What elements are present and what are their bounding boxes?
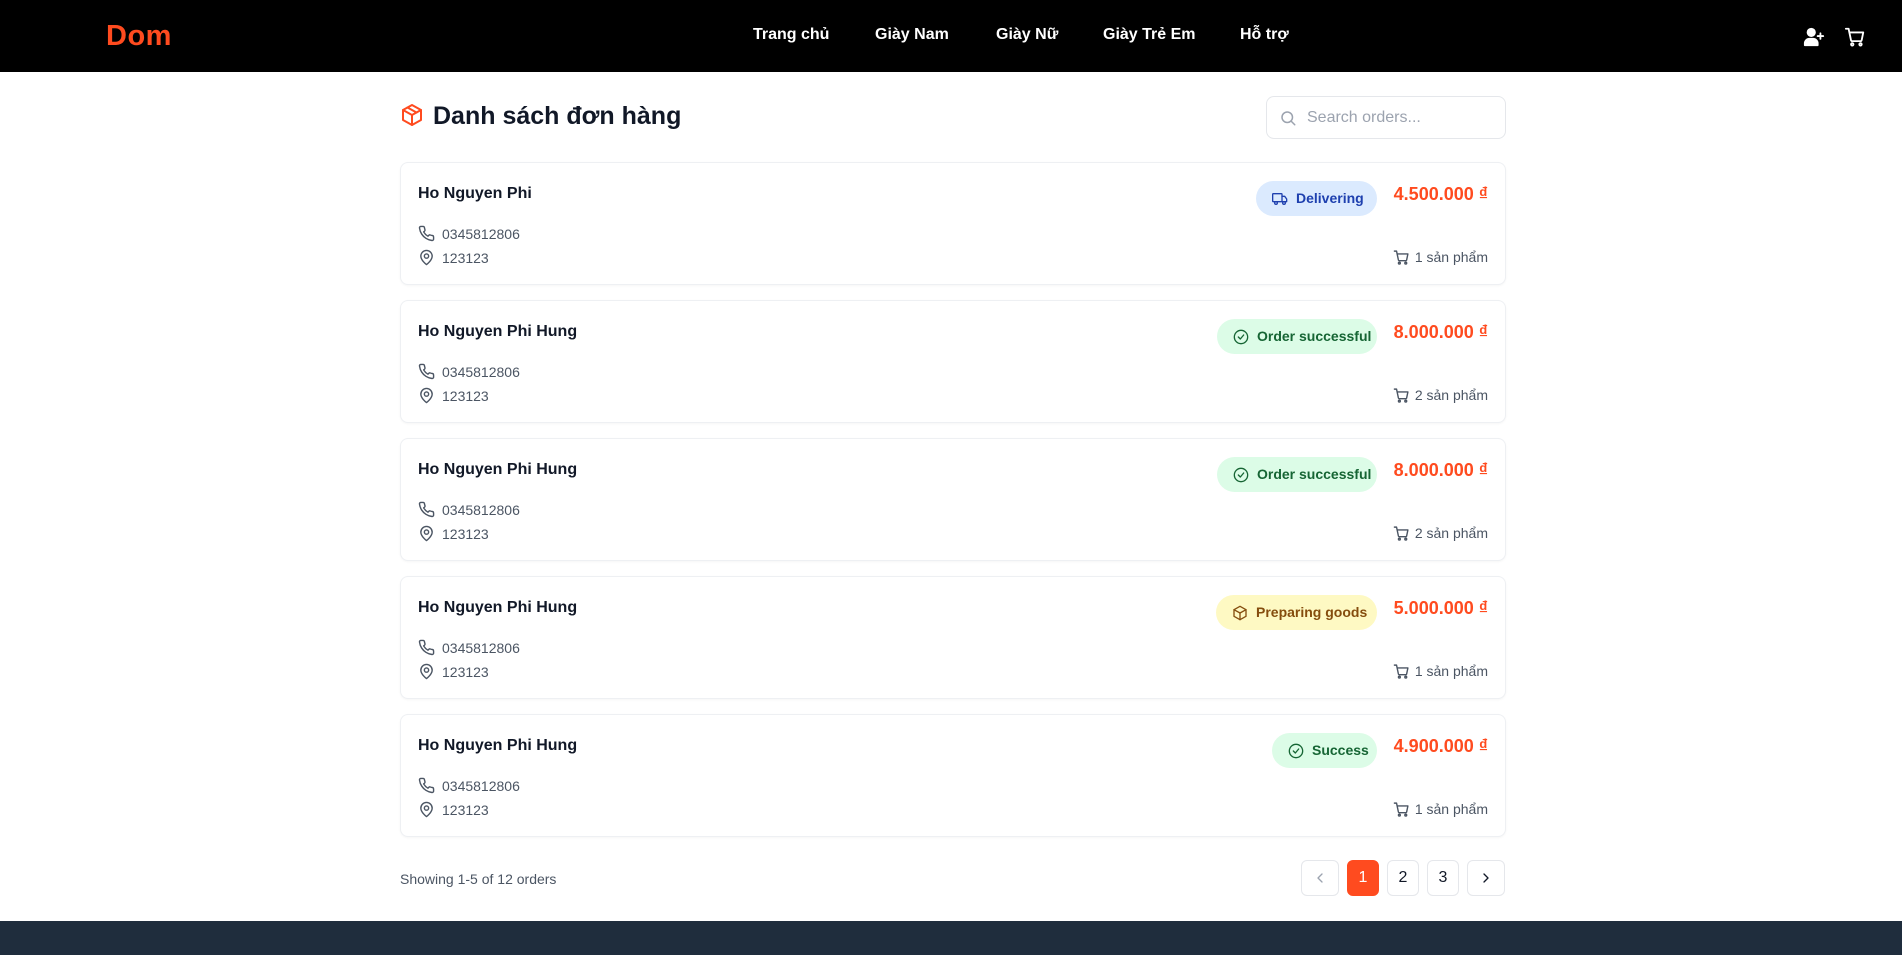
top-navbar: Dom Trang chủ Giày Nam Giày Nữ Giày Trẻ … <box>0 0 1902 72</box>
chevron-right-icon <box>1483 873 1489 883</box>
check-circle-icon <box>1233 329 1249 345</box>
phone-icon <box>418 777 435 794</box>
phone-icon <box>418 639 435 656</box>
order-card[interactable]: Ho Nguyen Phi 0345812806 123123 Deliveri… <box>400 162 1506 285</box>
item-count-label: 2 sản phẩm <box>1414 387 1488 403</box>
status-badge: Order successful <box>1217 319 1377 354</box>
status-badge: Delivering <box>1256 181 1377 216</box>
customer-name: Ho Nguyen Phi <box>418 185 532 202</box>
map-pin-icon <box>420 525 433 542</box>
order-amount: 4.500.000 ₫ <box>1393 184 1488 204</box>
pagination-summary: Showing 1-5 of 12 orders <box>400 871 557 887</box>
nav-item-women-shoes[interactable]: Giày Nữ <box>996 26 1058 44</box>
page-footer <box>0 921 1902 955</box>
order-amount: 8.000.000 ₫ <box>1393 460 1488 480</box>
order-card[interactable]: Ho Nguyen Phi Hung 0345812806 123123 Pre… <box>400 576 1506 699</box>
customer-address: 123123 <box>442 802 489 818</box>
item-count: 2 sản phẩm <box>1393 387 1488 403</box>
user-plus-icon[interactable] <box>1803 26 1825 48</box>
nav-item-support[interactable]: Hỗ trợ <box>1240 26 1289 44</box>
customer-address: 123123 <box>442 250 489 266</box>
phone-icon <box>418 501 435 518</box>
pagination-prev-button[interactable] <box>1301 860 1339 896</box>
phone-icon <box>418 225 435 242</box>
item-count-label: 1 sản phẩm <box>1414 801 1488 817</box>
item-count: 1 sản phẩm <box>1393 249 1488 265</box>
order-amount: 5.000.000 ₫ <box>1393 598 1488 618</box>
package-icon <box>402 104 422 126</box>
customer-address: 123123 <box>442 388 489 404</box>
customer-phone: 0345812806 <box>442 364 520 380</box>
order-card[interactable]: Ho Nguyen Phi Hung 0345812806 123123 Ord… <box>400 438 1506 561</box>
nav-item-kids-shoes[interactable]: Giày Trẻ Em <box>1103 26 1196 44</box>
customer-phone: 0345812806 <box>442 502 520 518</box>
phone-icon <box>418 363 435 380</box>
search-input[interactable] <box>1307 98 1497 137</box>
order-amount: 8.000.000 ₫ <box>1393 322 1488 342</box>
status-label: Success <box>1312 742 1369 758</box>
customer-name: Ho Nguyen Phi Hung <box>418 323 578 340</box>
item-count: 2 sản phẩm <box>1393 525 1488 541</box>
pagination-page-2[interactable]: 2 <box>1387 860 1419 896</box>
pagination-next-button[interactable] <box>1467 860 1505 896</box>
customer-name: Ho Nguyen Phi Hung <box>418 461 578 478</box>
pagination-page-1[interactable]: 1 <box>1347 860 1379 896</box>
map-pin-icon <box>420 801 433 818</box>
cart-icon <box>1393 250 1409 265</box>
status-label: Order successful <box>1257 466 1372 482</box>
main-nav: Trang chủ Giày Nam Giày Nữ Giày Trẻ Em H… <box>0 0 1902 72</box>
page-title: Danh sách đơn hàng <box>433 102 682 130</box>
order-card[interactable]: Ho Nguyen Phi Hung 0345812806 123123 Ord… <box>400 300 1506 423</box>
cart-icon <box>1393 802 1409 817</box>
customer-phone: 0345812806 <box>442 640 520 656</box>
search-box <box>1266 96 1506 139</box>
item-count: 1 sản phẩm <box>1393 801 1488 817</box>
status-badge: Order successful <box>1217 457 1377 492</box>
search-icon <box>1281 111 1296 126</box>
status-label: Delivering <box>1296 190 1364 206</box>
customer-name: Ho Nguyen Phi Hung <box>418 599 578 616</box>
status-badge: Success <box>1272 733 1377 768</box>
cart-icon <box>1393 664 1409 679</box>
item-count: 1 sản phẩm <box>1393 663 1488 679</box>
customer-name: Ho Nguyen Phi Hung <box>418 737 578 754</box>
map-pin-icon <box>420 663 433 680</box>
pagination-page-3[interactable]: 3 <box>1427 860 1459 896</box>
nav-item-men-shoes[interactable]: Giày Nam <box>875 26 949 44</box>
customer-address: 123123 <box>442 526 489 542</box>
status-badge: Preparing goods <box>1216 595 1377 630</box>
item-count-label: 1 sản phẩm <box>1414 663 1488 679</box>
map-pin-icon <box>420 249 433 266</box>
customer-address: 123123 <box>442 664 489 680</box>
customer-phone: 0345812806 <box>442 226 520 242</box>
item-count-label: 1 sản phẩm <box>1414 249 1488 265</box>
check-circle-icon <box>1288 743 1304 759</box>
status-label: Order successful <box>1257 328 1372 344</box>
map-pin-icon <box>420 387 433 404</box>
cart-icon <box>1393 388 1409 403</box>
cart-icon[interactable] <box>1844 26 1866 48</box>
customer-phone: 0345812806 <box>442 778 520 794</box>
cart-icon <box>1393 526 1409 541</box>
item-count-label: 2 sản phẩm <box>1414 525 1488 541</box>
order-amount: 4.900.000 ₫ <box>1393 736 1488 756</box>
package-icon <box>1233 605 1247 621</box>
check-circle-icon <box>1233 467 1249 483</box>
truck-icon <box>1272 193 1288 205</box>
order-card[interactable]: Ho Nguyen Phi Hung 0345812806 123123 Suc… <box>400 714 1506 837</box>
status-label: Preparing goods <box>1256 604 1368 620</box>
nav-item-home[interactable]: Trang chủ <box>753 26 829 44</box>
chevron-left-icon <box>1317 873 1323 883</box>
